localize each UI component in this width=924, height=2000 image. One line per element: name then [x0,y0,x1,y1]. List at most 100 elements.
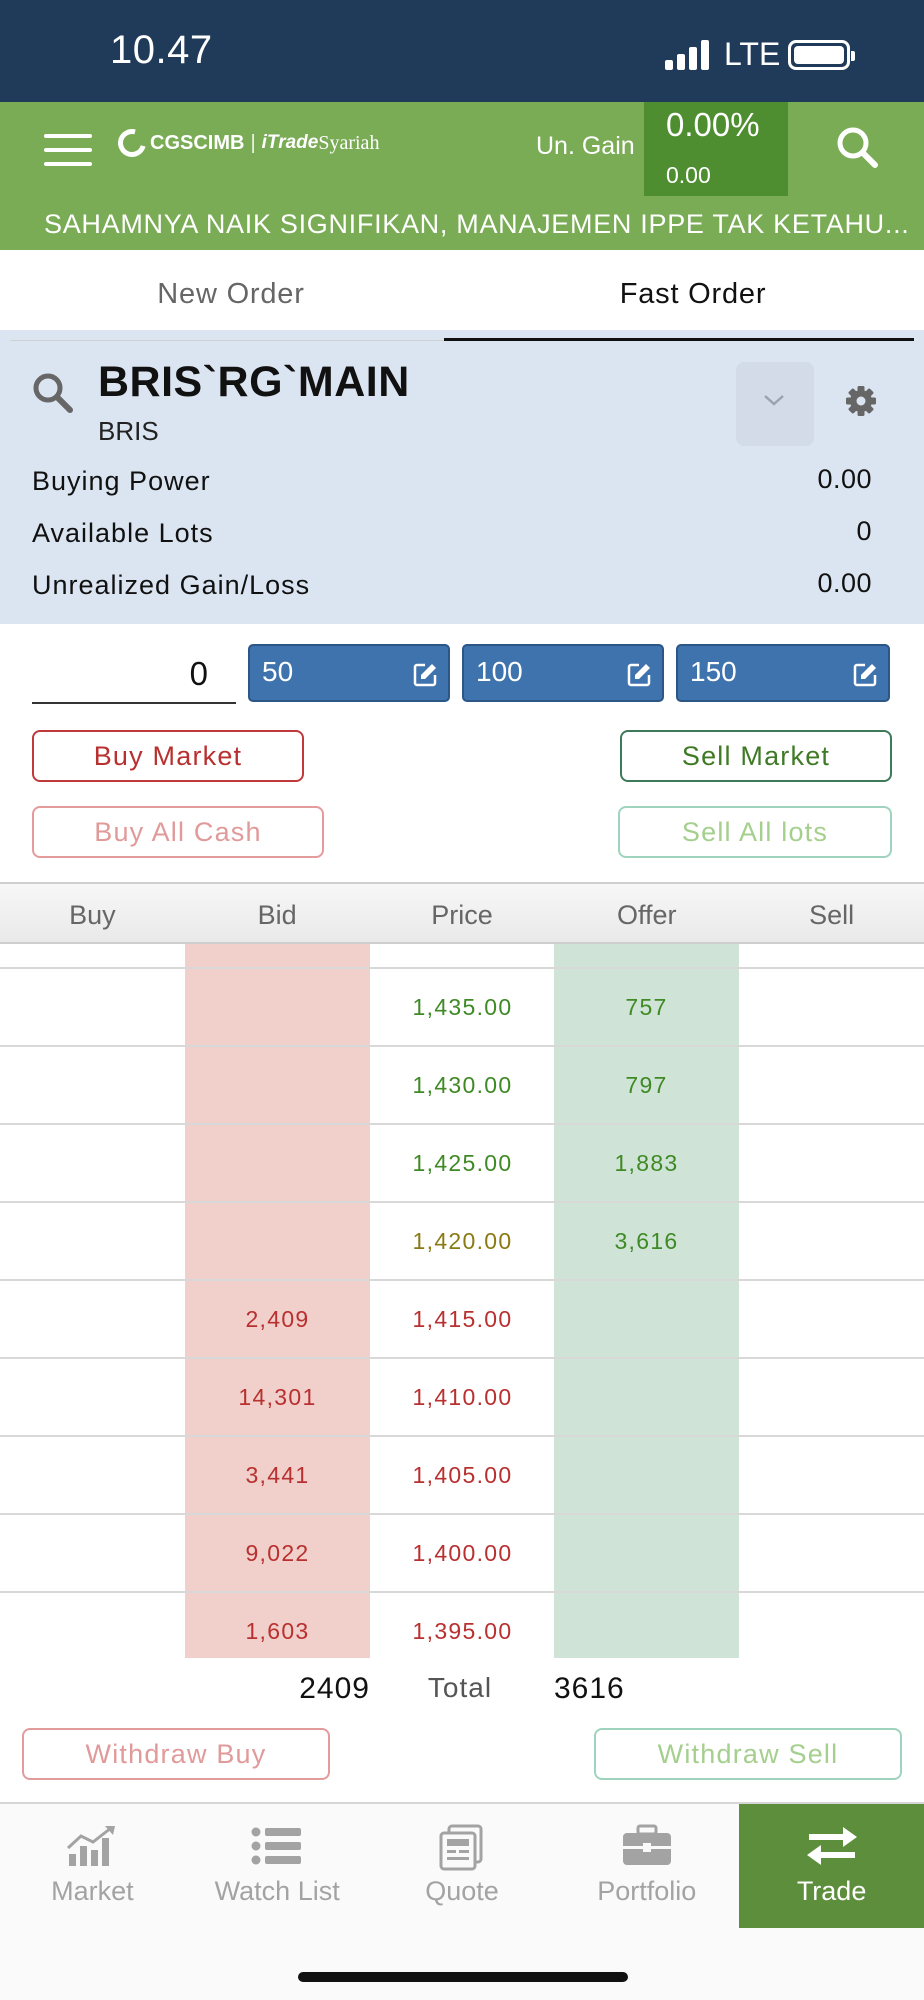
sell-all-lots-button[interactable]: Sell All lots [618,806,892,858]
sell-market-button[interactable]: Sell Market [620,730,892,782]
order-book-price-cell[interactable]: 1,430.00 [370,1047,555,1123]
edit-icon [413,663,437,687]
nav-label: Watch List [214,1876,340,1906]
chart-icon [67,1826,116,1866]
order-book-offer-cell[interactable]: 3,616 [554,1203,739,1279]
nav-portfolio[interactable]: Portfolio [554,1804,739,1928]
order-book-row[interactable]: 14,301 1,410.00 [0,1359,924,1437]
order-book: 1,440.004471,435.007571,430.007971,425.0… [0,944,924,1658]
quantity-input[interactable]: 0 [32,650,236,704]
stock-name[interactable]: BRIS`RG`MAIN [98,358,410,407]
order-book-row[interactable]: 1,420.00 3,616 [0,1203,924,1281]
status-time: 10.47 [110,28,213,72]
brand-logo: CGSCIMB | iTrade Syariah [112,123,380,163]
tab-new-order[interactable]: New Order [0,250,462,342]
search-icon[interactable] [834,124,880,170]
header-buy: Buy [69,900,116,930]
stock-search-icon[interactable] [30,370,76,416]
order-book-price-cell[interactable]: 1,400.00 [370,1515,555,1591]
header-offer: Offer [617,900,677,930]
available-lots-value: 0 [856,516,872,546]
network-type: LTE [724,36,781,72]
buying-power-value: 0.00 [817,464,872,494]
nav-quote[interactable]: Quote [370,1804,555,1928]
preset-qty-button[interactable]: 50 [248,644,450,702]
order-book-row[interactable]: 1,430.00 797 [0,1047,924,1125]
order-book-bid-cell[interactable]: 9,022 [185,1515,370,1591]
battery-icon [788,40,855,70]
total-bid: 2409 [299,1672,370,1705]
active-tab-indicator [444,338,914,341]
order-book-row[interactable]: 1,425.00 1,883 [0,1125,924,1203]
order-book-price-cell[interactable]: 1,440.00 [370,944,555,967]
order-book-bid-cell[interactable]: 3,441 [185,1437,370,1513]
order-book-header: Buy Bid Price Offer Sell [0,882,924,944]
order-book-bid-cell[interactable]: 2,409 [185,1281,370,1357]
total-label: Total [427,1672,493,1703]
order-book-price-cell[interactable]: 1,405.00 [370,1437,555,1513]
brand-swirl-icon [112,123,152,163]
order-book-price-cell[interactable]: 1,425.00 [370,1125,555,1201]
preset-qty-button[interactable]: 100 [462,644,664,702]
order-book-bid-cell[interactable]: 1,603 [185,1593,370,1658]
chevron-down-icon [764,395,784,406]
unrealized-value: 0.00 [817,568,872,598]
gear-icon[interactable] [844,384,878,418]
buy-all-cash-button[interactable]: Buy All Cash [32,806,324,858]
edit-icon [853,663,877,687]
order-book-price-cell[interactable]: 1,415.00 [370,1281,555,1357]
buy-market-button[interactable]: Buy Market [32,730,304,782]
order-book-offer-cell[interactable]: 1,883 [554,1125,739,1201]
order-book-row[interactable]: 1,440.00447 [0,944,924,969]
tab-fast-order[interactable]: Fast Order [462,250,924,342]
ungain-box[interactable]: 0.00% 0.00 [644,102,788,196]
brand-product-a: iTrade [261,132,319,153]
order-book-price-cell[interactable]: 1,395.00 [370,1593,555,1658]
order-book-offer-cell[interactable]: 757 [554,969,739,1045]
nav-label: Trade [796,1876,867,1906]
order-book-row[interactable]: 1,603 1,395.00 [0,1593,924,1658]
available-lots-label: Available Lots [32,518,214,548]
order-book-bid-cell[interactable]: 14,301 [185,1359,370,1435]
news-ticker[interactable]: SAHAMNYA NAIK SIGNIFIKAN, MANAJEMEN IPPE… [0,204,924,250]
nav-label: Portfolio [597,1876,697,1906]
nav-watch-list[interactable]: Watch List [185,1804,370,1928]
unrealized-label: Unrealized Gain/Loss [32,570,311,600]
edit-icon [627,663,651,687]
brand-product-b: Syariah [318,131,380,154]
briefcase-icon [622,1824,671,1865]
ungain-percent: 0.00% [666,106,760,143]
ungain-label: Un. Gain [536,132,635,160]
order-book-row[interactable]: 1,435.00 757 [0,969,924,1047]
stock-code: BRIS [98,416,159,446]
order-book-price-cell[interactable]: 1,420.00 [370,1203,555,1279]
menu-icon[interactable] [44,134,92,166]
home-indicator [298,1972,628,1982]
order-book-row[interactable]: 2,409 1,415.00 [0,1281,924,1359]
withdraw-sell-button[interactable]: Withdraw Sell [594,1728,902,1780]
ungain-value: 0.00 [666,162,711,188]
nav-trade[interactable]: Trade [739,1804,924,1928]
order-book-row[interactable]: 9,022 1,400.00 [0,1515,924,1593]
quote-icon [439,1824,483,1871]
preset-qty-button[interactable]: 150 [676,644,890,702]
stock-dropdown-button[interactable] [736,362,814,446]
list-icon [251,1827,302,1865]
preset-qty-label: 50 [262,656,294,687]
header-bid: Bid [257,900,297,930]
swap-arrows-icon [806,1827,857,1865]
order-book-offer-cell[interactable]: 447 [554,944,739,967]
nav-label: Quote [425,1876,499,1906]
order-book-price-cell[interactable]: 1,410.00 [370,1359,555,1435]
preset-qty-label: 100 [476,656,523,687]
order-book-price-cell[interactable]: 1,435.00 [370,969,555,1045]
nav-market[interactable]: Market [0,1804,185,1928]
signal-icon [665,40,713,70]
header-sell: Sell [809,900,855,930]
buying-power-label: Buying Power [32,466,211,496]
order-book-row[interactable]: 3,441 1,405.00 [0,1437,924,1515]
order-book-offer-cell[interactable]: 797 [554,1047,739,1123]
header-price: Price [431,900,493,930]
total-offer: 3616 [554,1672,625,1705]
withdraw-buy-button[interactable]: Withdraw Buy [22,1728,330,1780]
